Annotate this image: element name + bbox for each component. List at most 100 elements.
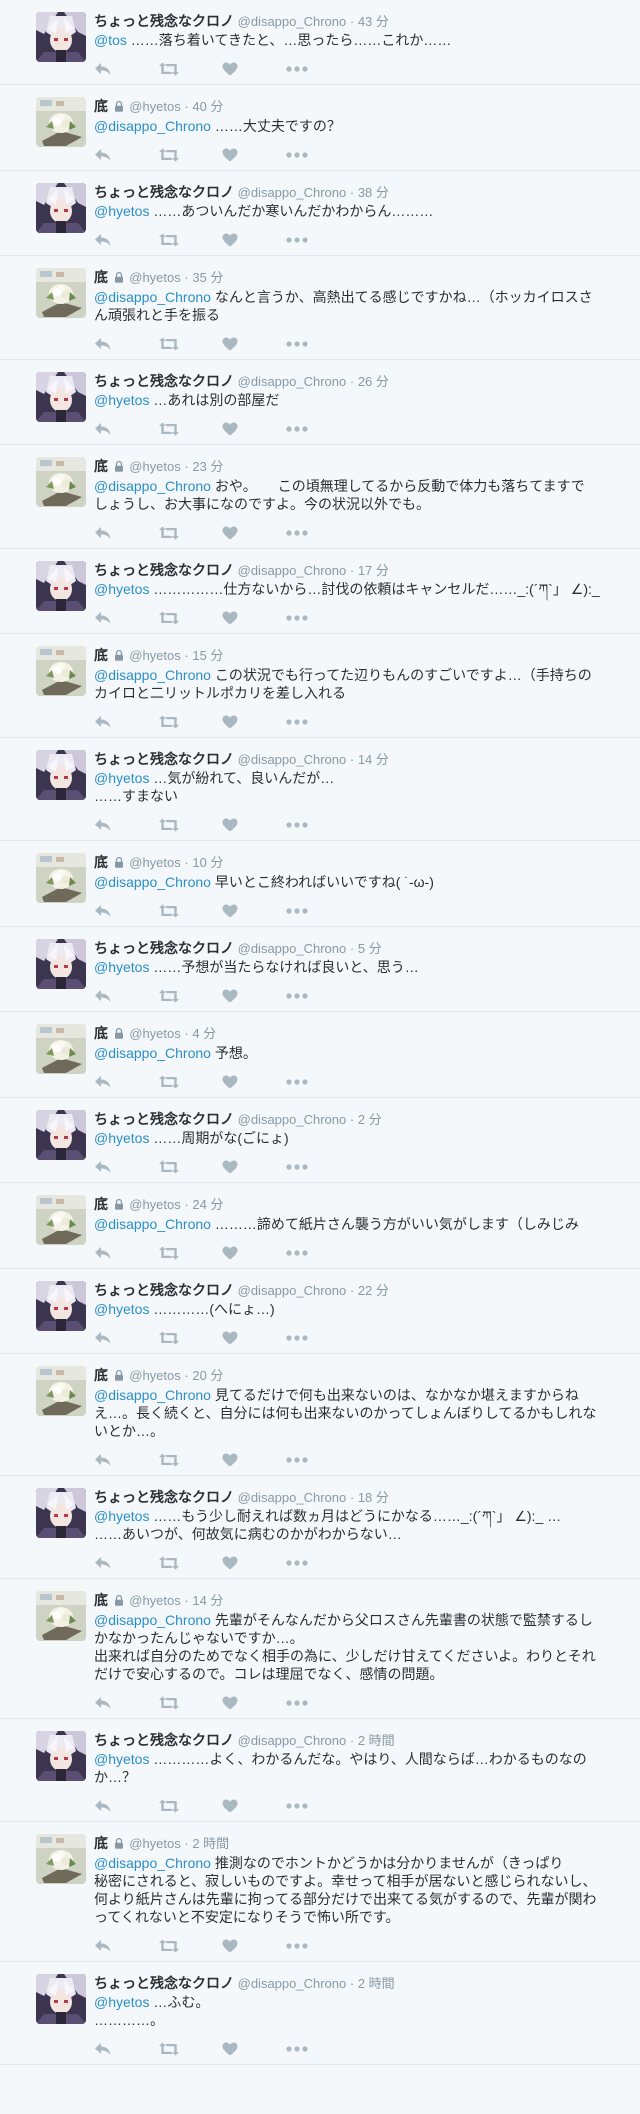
- retweet-button[interactable]: [158, 713, 222, 731]
- like-button[interactable]: [222, 420, 286, 438]
- reply-button[interactable]: [94, 1073, 158, 1091]
- screen-name[interactable]: @disappo_Chrono: [238, 1112, 347, 1127]
- retweet-button[interactable]: [158, 335, 222, 353]
- avatar[interactable]: [36, 1024, 86, 1074]
- timestamp[interactable]: 23 分: [192, 459, 223, 474]
- retweet-button[interactable]: [158, 902, 222, 920]
- more-options-button[interactable]: [286, 713, 350, 731]
- mention-link[interactable]: @tos: [94, 32, 127, 48]
- more-options-button[interactable]: [286, 1937, 350, 1955]
- retweet-button[interactable]: [158, 987, 222, 1005]
- avatar[interactable]: [36, 1195, 86, 1245]
- display-name[interactable]: 底: [94, 269, 108, 285]
- tweet-5[interactable]: ちょっと残念なクロノ @disappo_Chrono · 26 分 @hyeto…: [0, 360, 640, 445]
- screen-name[interactable]: @hyetos: [129, 1197, 181, 1212]
- like-button[interactable]: [222, 2040, 286, 2058]
- tweet-10[interactable]: 底 @hyetos · 10 分 @disappo_Chrono 早いとこ終われ…: [0, 841, 640, 927]
- reply-button[interactable]: [94, 420, 158, 438]
- retweet-button[interactable]: [158, 1073, 222, 1091]
- mention-link[interactable]: @hyetos: [94, 959, 149, 975]
- tweet-20[interactable]: 底 @hyetos · 2 時間 @disappo_Chrono 推測なのでホン…: [0, 1822, 640, 1962]
- tweet-12[interactable]: 底 @hyetos · 4 分 @disappo_Chrono 予想。: [0, 1012, 640, 1098]
- mention-link[interactable]: @hyetos: [94, 1301, 149, 1317]
- tweet-16[interactable]: 底 @hyetos · 20 分 @disappo_Chrono 見てるだけで何…: [0, 1354, 640, 1476]
- like-button[interactable]: [222, 524, 286, 542]
- display-name[interactable]: 底: [94, 854, 108, 870]
- more-options-button[interactable]: [286, 902, 350, 920]
- mention-link[interactable]: @disappo_Chrono: [94, 118, 211, 134]
- screen-name[interactable]: @hyetos: [129, 270, 181, 285]
- avatar[interactable]: [36, 97, 86, 147]
- retweet-button[interactable]: [158, 146, 222, 164]
- mention-link[interactable]: @disappo_Chrono: [94, 667, 211, 683]
- reply-button[interactable]: [94, 231, 158, 249]
- timestamp[interactable]: 26 分: [358, 374, 389, 389]
- screen-name[interactable]: @hyetos: [129, 99, 181, 114]
- like-button[interactable]: [222, 1158, 286, 1176]
- like-button[interactable]: [222, 1694, 286, 1712]
- more-options-button[interactable]: [286, 335, 350, 353]
- display-name[interactable]: ちょっと残念なクロノ: [94, 184, 234, 200]
- mention-link[interactable]: @hyetos: [94, 1508, 149, 1524]
- avatar[interactable]: [36, 939, 86, 989]
- screen-name[interactable]: @disappo_Chrono: [238, 1733, 347, 1748]
- avatar[interactable]: [36, 457, 86, 507]
- screen-name[interactable]: @disappo_Chrono: [238, 1490, 347, 1505]
- display-name[interactable]: ちょっと残念なクロノ: [94, 1975, 234, 1991]
- screen-name[interactable]: @hyetos: [129, 1836, 181, 1851]
- mention-link[interactable]: @hyetos: [94, 581, 149, 597]
- timestamp[interactable]: 5 分: [358, 941, 382, 956]
- avatar[interactable]: [36, 1834, 86, 1884]
- tweet-1[interactable]: ちょっと残念なクロノ @disappo_Chrono · 43 分 @tos ……: [0, 0, 640, 85]
- more-options-button[interactable]: [286, 609, 350, 627]
- screen-name[interactable]: @disappo_Chrono: [238, 14, 347, 29]
- screen-name[interactable]: @hyetos: [129, 1593, 181, 1608]
- screen-name[interactable]: @hyetos: [129, 1026, 181, 1041]
- like-button[interactable]: [222, 713, 286, 731]
- tweet-21[interactable]: ちょっと残念なクロノ @disappo_Chrono · 2 時間 @hyeto…: [0, 1962, 640, 2065]
- display-name[interactable]: 底: [94, 458, 108, 474]
- like-button[interactable]: [222, 816, 286, 834]
- timestamp[interactable]: 2 時間: [358, 1733, 395, 1748]
- avatar[interactable]: [36, 561, 86, 611]
- avatar[interactable]: [36, 1281, 86, 1331]
- display-name[interactable]: 底: [94, 1196, 108, 1212]
- display-name[interactable]: 底: [94, 1835, 108, 1851]
- screen-name[interactable]: @disappo_Chrono: [238, 563, 347, 578]
- screen-name[interactable]: @hyetos: [129, 459, 181, 474]
- more-options-button[interactable]: [286, 1554, 350, 1572]
- tweet-13[interactable]: ちょっと残念なクロノ @disappo_Chrono · 2 分 @hyetos…: [0, 1098, 640, 1183]
- reply-button[interactable]: [94, 987, 158, 1005]
- mention-link[interactable]: @hyetos: [94, 770, 149, 786]
- reply-button[interactable]: [94, 1554, 158, 1572]
- display-name[interactable]: 底: [94, 1592, 108, 1608]
- like-button[interactable]: [222, 1797, 286, 1815]
- display-name[interactable]: ちょっと残念なクロノ: [94, 940, 234, 956]
- tweet-17[interactable]: ちょっと残念なクロノ @disappo_Chrono · 18 分 @hyeto…: [0, 1476, 640, 1579]
- like-button[interactable]: [222, 987, 286, 1005]
- timestamp[interactable]: 10 分: [192, 855, 223, 870]
- timestamp[interactable]: 35 分: [192, 270, 223, 285]
- timestamp[interactable]: 38 分: [358, 185, 389, 200]
- more-options-button[interactable]: [286, 2040, 350, 2058]
- screen-name[interactable]: @disappo_Chrono: [238, 752, 347, 767]
- reply-button[interactable]: [94, 1937, 158, 1955]
- mention-link[interactable]: @hyetos: [94, 1994, 149, 2010]
- like-button[interactable]: [222, 1244, 286, 1262]
- like-button[interactable]: [222, 231, 286, 249]
- retweet-button[interactable]: [158, 609, 222, 627]
- tweet-15[interactable]: ちょっと残念なクロノ @disappo_Chrono · 22 分 @hyeto…: [0, 1269, 640, 1354]
- tweet-18[interactable]: 底 @hyetos · 14 分 @disappo_Chrono 先輩がそんなん…: [0, 1579, 640, 1719]
- display-name[interactable]: 底: [94, 647, 108, 663]
- reply-button[interactable]: [94, 902, 158, 920]
- timestamp[interactable]: 4 分: [192, 1026, 216, 1041]
- tweet-4[interactable]: 底 @hyetos · 35 分 @disappo_Chrono なんと言うか、…: [0, 256, 640, 360]
- display-name[interactable]: ちょっと残念なクロノ: [94, 1732, 234, 1748]
- like-button[interactable]: [222, 1451, 286, 1469]
- more-options-button[interactable]: [286, 60, 350, 78]
- screen-name[interactable]: @disappo_Chrono: [238, 374, 347, 389]
- avatar[interactable]: [36, 183, 86, 233]
- retweet-button[interactable]: [158, 420, 222, 438]
- screen-name[interactable]: @disappo_Chrono: [238, 1283, 347, 1298]
- reply-button[interactable]: [94, 1244, 158, 1262]
